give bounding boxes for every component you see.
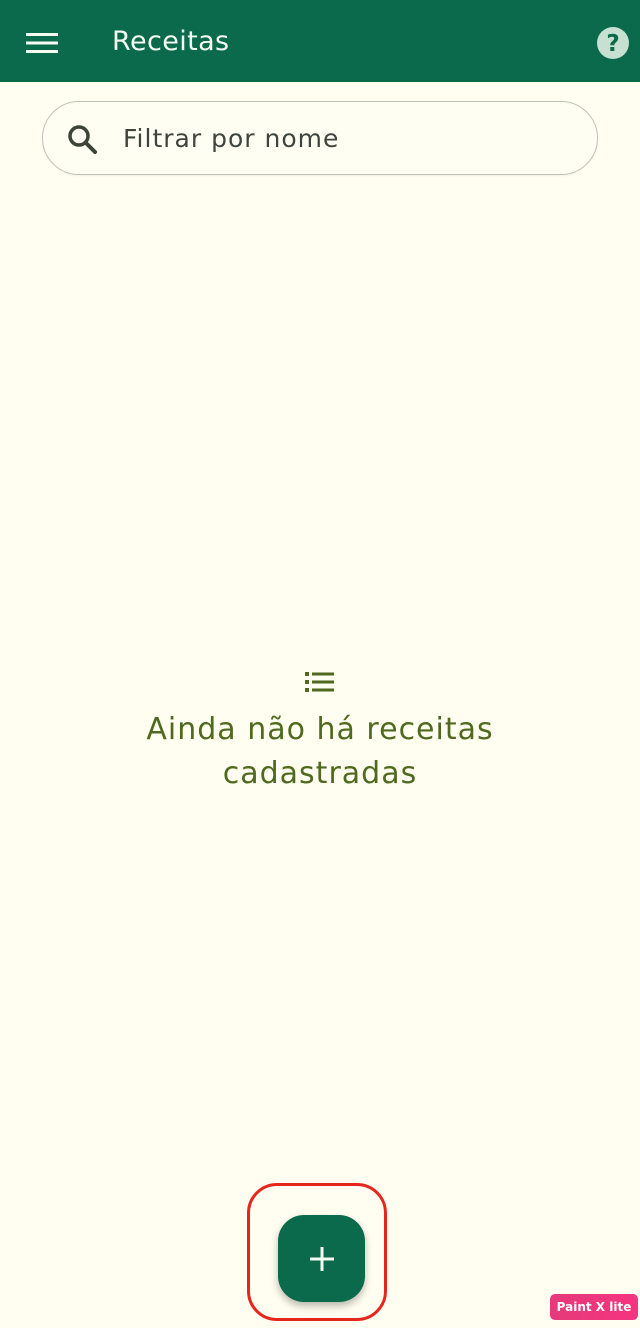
help-button[interactable]: ? [594,24,632,62]
add-recipe-button[interactable] [278,1215,365,1302]
help-circle-icon: ? [597,27,629,59]
paint-x-lite-watermark: Paint X lite [550,1294,638,1320]
empty-message: Ainda não há receitas cadastradas [146,712,494,791]
svg-text:?: ? [606,31,619,57]
menu-icon [26,33,58,53]
search-bar[interactable] [42,101,598,175]
page-title: Receitas [112,26,230,57]
search-input[interactable] [123,116,563,160]
app-bar: Receitas ? [0,0,640,82]
menu-button[interactable] [16,17,68,69]
empty-state: Ainda não há receitas cadastradas [60,666,580,796]
list-icon [305,672,334,692]
search-icon [65,122,99,156]
plus-icon [309,1246,334,1271]
